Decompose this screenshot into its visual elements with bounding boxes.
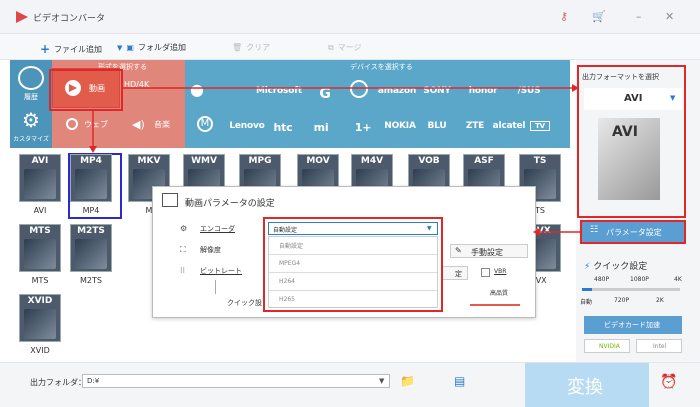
output-folder-label: 出力フォルダ： bbox=[30, 378, 86, 387]
output-path-field[interactable]: D:¥ ▼ bbox=[82, 374, 390, 388]
folder-open-icon[interactable]: 📁 bbox=[400, 374, 415, 388]
annotation-arrows bbox=[49, 69, 580, 236]
output-folder-icon[interactable]: ▤ bbox=[454, 374, 465, 388]
alarm-clock-icon[interactable]: ⏰ bbox=[660, 374, 677, 390]
chevron-down-icon: ▼ bbox=[379, 377, 385, 385]
convert-button[interactable]: 変換 bbox=[525, 363, 649, 407]
